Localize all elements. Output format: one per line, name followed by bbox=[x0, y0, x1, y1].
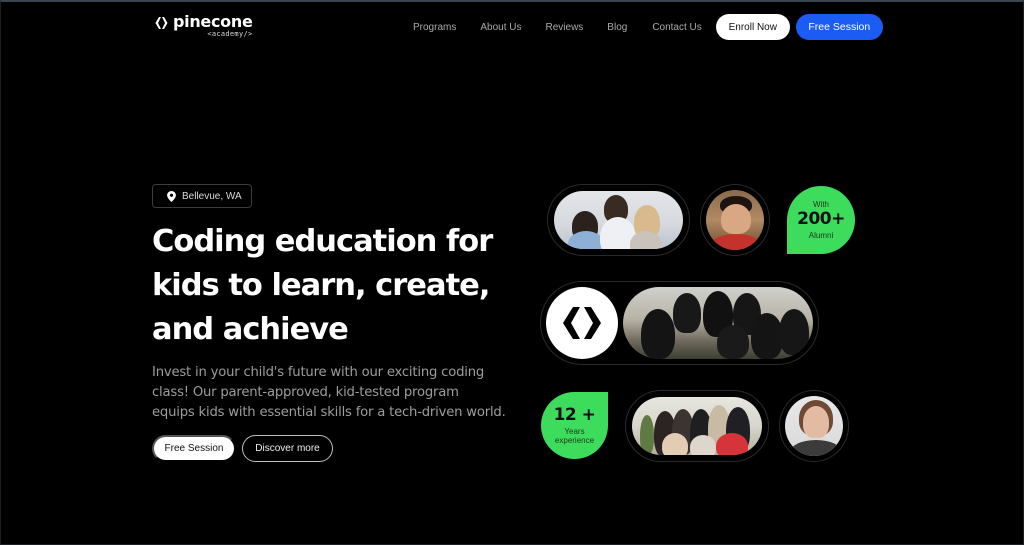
hero-description: Invest in your child's future with our e… bbox=[152, 363, 522, 423]
headline-line: kids to learn, create, bbox=[152, 268, 490, 303]
family-coding-photo-frame bbox=[547, 184, 690, 256]
students-group-frame bbox=[625, 390, 769, 462]
description-line: Invest in your child's future with our e… bbox=[152, 365, 485, 380]
description-line: class! Our parent-approved, kid-tested p… bbox=[152, 385, 459, 400]
discover-more-button[interactable]: Discover more bbox=[242, 435, 333, 462]
years-label-line: Years bbox=[564, 426, 585, 436]
nav-contact-us[interactable]: Contact Us bbox=[652, 22, 701, 33]
pinecone-brackets-icon bbox=[155, 17, 168, 29]
team-photo bbox=[623, 287, 813, 359]
nav-programs[interactable]: Programs bbox=[413, 22, 456, 33]
alumni-prefix: With bbox=[813, 199, 829, 209]
brand-name: pinecone bbox=[173, 12, 253, 31]
students-group-photo bbox=[632, 397, 762, 455]
nav-reviews[interactable]: Reviews bbox=[546, 22, 584, 33]
pinecone-brackets-icon bbox=[563, 307, 601, 339]
student-portrait-frame bbox=[700, 184, 770, 256]
years-stat-badge: 12 + Years experience bbox=[541, 392, 608, 459]
description-line: equips kids with essential skills for a … bbox=[152, 405, 506, 420]
nav-blog[interactable]: Blog bbox=[607, 22, 627, 33]
location-badge: Bellevue, WA bbox=[152, 184, 252, 208]
location-text: Bellevue, WA bbox=[182, 190, 242, 202]
years-count: 12 + bbox=[553, 405, 596, 426]
student-portrait-photo bbox=[706, 190, 764, 250]
alumni-count: 200+ bbox=[797, 209, 845, 230]
headline-line: and achieve bbox=[152, 312, 349, 347]
header-free-session-button[interactable]: Free Session bbox=[795, 14, 883, 40]
site-header: pinecone <academy/> Programs About Us Re… bbox=[1, 2, 1024, 52]
brand-subtitle: <academy/> bbox=[207, 30, 253, 38]
headline-line: Coding education for bbox=[152, 224, 493, 259]
map-pin-icon bbox=[167, 190, 176, 202]
instructor-portrait-frame bbox=[779, 390, 849, 462]
family-coding-photo bbox=[554, 191, 683, 249]
alumni-stat-badge: With 200+ Alumni bbox=[787, 186, 855, 254]
brand-logo[interactable]: pinecone <academy/> bbox=[154, 14, 253, 38]
alumni-label: Alumni bbox=[808, 230, 834, 240]
nav-about-us[interactable]: About Us bbox=[480, 22, 521, 33]
enroll-now-button[interactable]: Enroll Now bbox=[715, 14, 790, 40]
hero-headline: Coding education for kids to learn, crea… bbox=[152, 220, 512, 352]
main-nav: Programs About Us Reviews Blog Contact U… bbox=[413, 14, 883, 40]
brand-logo-disc bbox=[546, 287, 618, 359]
instructor-portrait-photo bbox=[785, 396, 843, 456]
hero-free-session-button[interactable]: Free Session bbox=[152, 435, 236, 462]
years-label-line: experience bbox=[554, 436, 595, 446]
